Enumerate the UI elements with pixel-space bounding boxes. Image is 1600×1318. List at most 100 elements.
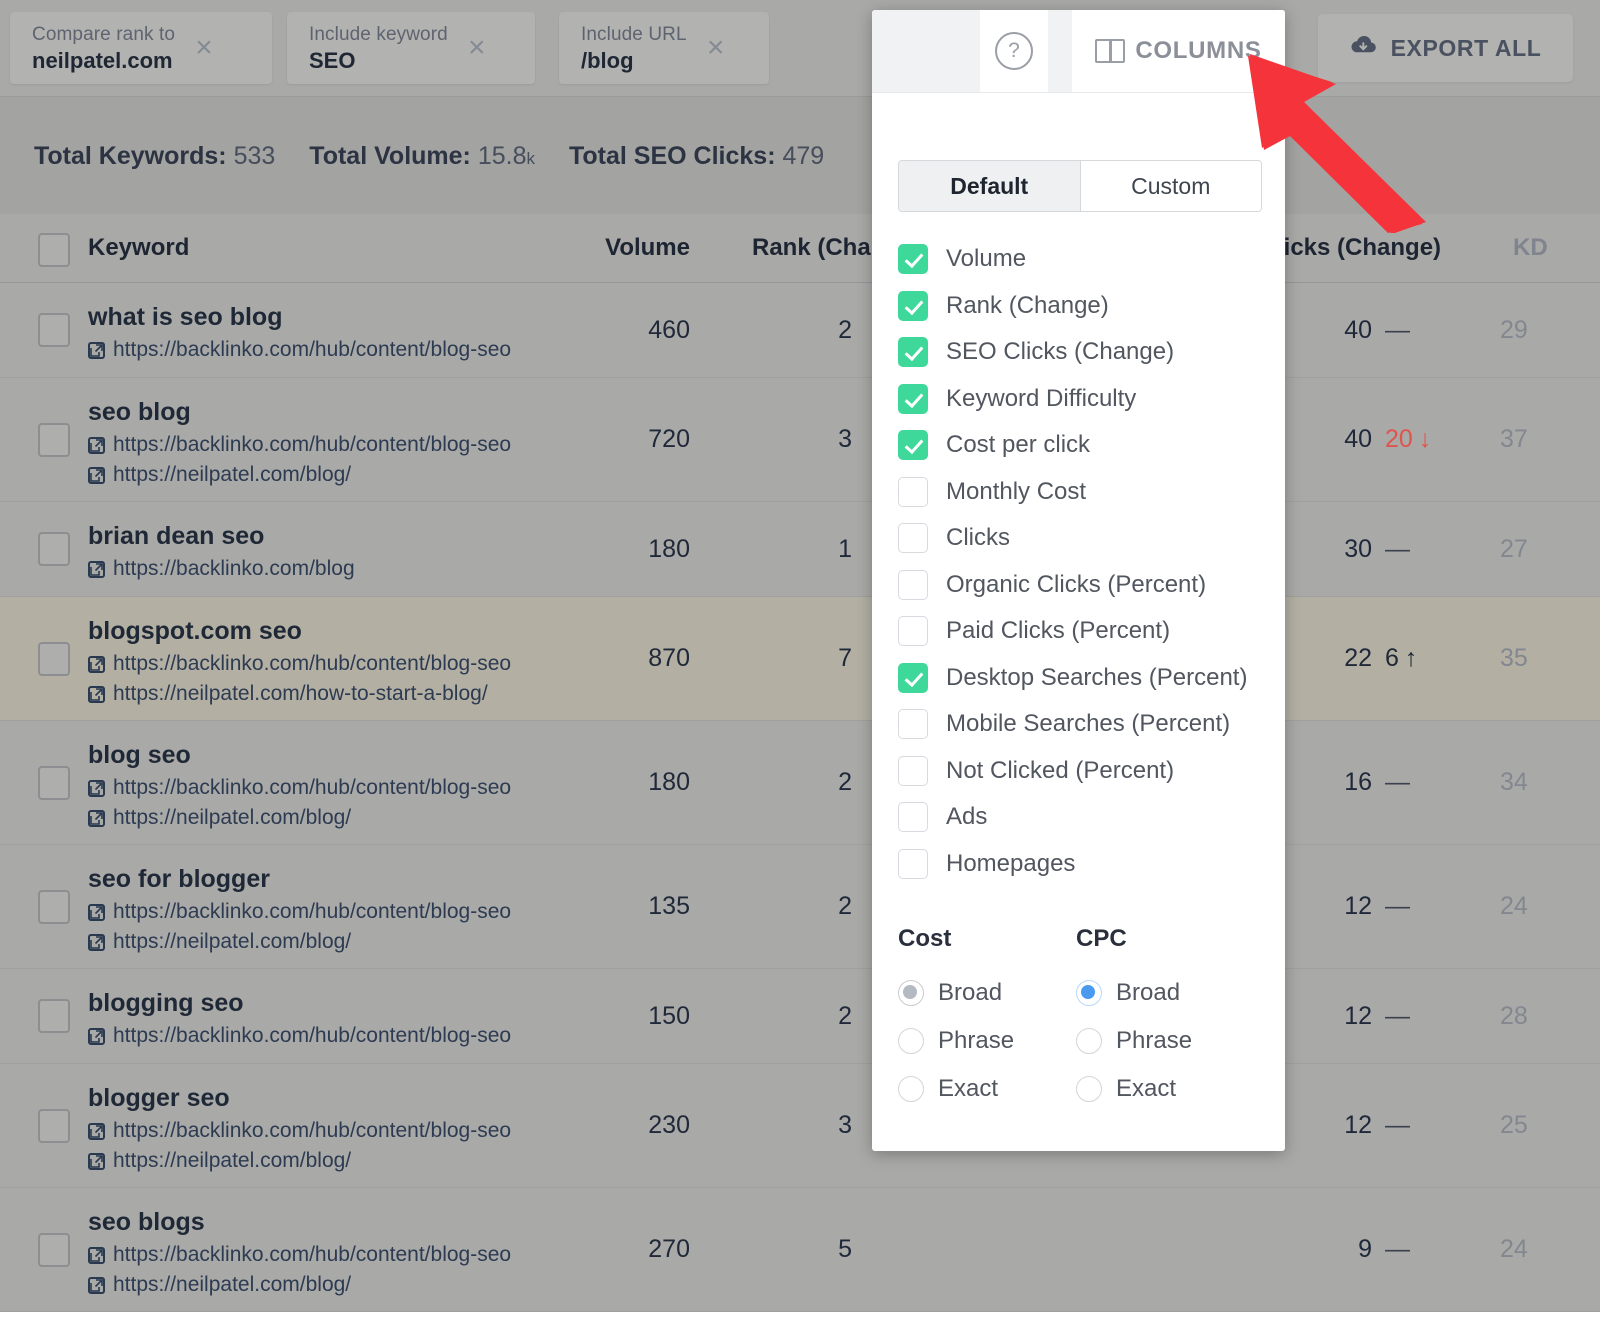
radio-option-exact[interactable]: Exact <box>1076 1065 1254 1113</box>
filter-chip-compare-rank[interactable]: Compare rank to neilpatel.com × <box>10 12 272 84</box>
export-all-button[interactable]: EXPORT ALL <box>1318 14 1573 82</box>
checkbox-checked-icon[interactable] <box>898 430 928 460</box>
result-url-text: https://backlinko.com/hub/content/blog-s… <box>113 897 511 927</box>
checkbox-unchecked-icon[interactable] <box>898 523 928 553</box>
keyword-difficulty-cell: 28 <box>1500 969 1580 1063</box>
column-checkbox-row[interactable]: Keyword Difficulty <box>898 376 1268 423</box>
export-all-label: EXPORT ALL <box>1391 35 1542 62</box>
column-checkbox-row[interactable]: Ads <box>898 794 1268 841</box>
checkbox-unchecked-icon[interactable] <box>898 849 928 879</box>
columns-settings-panel: ? COLUMNS Default Custom Volume Rank (Cha… <box>872 10 1285 1151</box>
row-select-checkbox[interactable] <box>38 423 70 457</box>
radio-option-broad[interactable]: Broad <box>898 969 1076 1017</box>
row-select-checkbox[interactable] <box>38 890 70 924</box>
radio-unselected-icon[interactable] <box>1076 1076 1102 1102</box>
radio-option-broad[interactable]: Broad <box>1076 969 1254 1017</box>
radio-option-exact[interactable]: Exact <box>898 1065 1076 1113</box>
checkbox-checked-icon[interactable] <box>898 244 928 274</box>
row-select-checkbox[interactable] <box>38 1233 70 1267</box>
rank-cell: 2 <box>742 283 852 377</box>
column-checkbox-row[interactable]: Cost per click <box>898 422 1268 469</box>
column-header-seo-clicks[interactable]: licks (Change) <box>1277 214 1441 282</box>
checkbox-checked-icon[interactable] <box>898 384 928 414</box>
filter-chip-value: /blog <box>581 47 687 74</box>
table-row[interactable]: blogging seohttps://backlinko.com/hub/co… <box>0 969 1600 1064</box>
column-checkbox-row[interactable]: Volume <box>898 236 1268 283</box>
checkbox-unchecked-icon[interactable] <box>898 477 928 507</box>
radio-selected-icon[interactable] <box>1076 980 1102 1006</box>
seo-clicks-cell: 22 <box>1290 597 1372 720</box>
column-checkbox-label: Rank (Change) <box>946 292 1109 320</box>
segment-default[interactable]: Default <box>899 161 1081 211</box>
column-checkbox-row[interactable]: Paid Clicks (Percent) <box>898 608 1268 655</box>
close-icon[interactable]: × <box>448 31 506 65</box>
row-select-checkbox[interactable] <box>38 642 70 676</box>
column-header-kd[interactable]: KD <box>1513 214 1548 282</box>
column-checkbox-row[interactable]: SEO Clicks (Change) <box>898 329 1268 376</box>
column-checkbox-label: Not Clicked (Percent) <box>946 757 1174 785</box>
help-button[interactable]: ? <box>980 10 1048 92</box>
column-checkbox-row[interactable]: Monthly Cost <box>898 469 1268 516</box>
radio-option-phrase[interactable]: Phrase <box>1076 1017 1254 1065</box>
radio-selected-icon[interactable] <box>898 980 924 1006</box>
radio-unselected-icon[interactable] <box>898 1076 924 1102</box>
table-row[interactable]: blog seohttps://backlinko.com/hub/conten… <box>0 721 1600 845</box>
total-volume: Total Volume: 15.8k <box>309 142 535 171</box>
checkbox-unchecked-icon[interactable] <box>898 802 928 832</box>
close-icon[interactable]: × <box>175 31 233 65</box>
select-all-checkbox[interactable] <box>38 233 70 267</box>
column-checkbox-row[interactable]: Mobile Searches (Percent) <box>898 701 1268 748</box>
column-checkbox-row[interactable]: Clicks <box>898 515 1268 562</box>
row-select-checkbox[interactable] <box>38 999 70 1033</box>
column-checkbox-row[interactable]: Not Clicked (Percent) <box>898 748 1268 795</box>
column-checkbox-row[interactable]: Desktop Searches (Percent) <box>898 655 1268 702</box>
dimmed-app-backdrop: Compare rank to neilpatel.com × Include … <box>0 0 1600 1188</box>
checkbox-unchecked-icon[interactable] <box>898 616 928 646</box>
radio-group-title: CPC <box>1076 925 1254 953</box>
column-header-rank[interactable]: Rank (Chan <box>752 214 885 282</box>
close-icon[interactable]: × <box>687 31 745 65</box>
change-none: — <box>1385 535 1410 564</box>
filter-chip-include-keyword[interactable]: Include keyword SEO × <box>287 12 535 84</box>
columns-button[interactable]: COLUMNS <box>1072 10 1285 92</box>
table-row[interactable]: seo for bloggerhttps://backlinko.com/hub… <box>0 845 1600 969</box>
column-checkbox-label: Desktop Searches (Percent) <box>946 664 1247 692</box>
filter-chip-value: SEO <box>309 47 448 74</box>
filter-chip-include-url[interactable]: Include URL /blog × <box>559 12 769 84</box>
row-select-checkbox[interactable] <box>38 532 70 566</box>
radio-unselected-icon[interactable] <box>1076 1028 1102 1054</box>
column-header-keyword[interactable]: Keyword <box>88 214 189 282</box>
question-mark-icon: ? <box>995 32 1033 70</box>
table-row[interactable]: seo blogshttps://backlinko.com/hub/conte… <box>0 1188 1600 1312</box>
external-link-icon <box>88 780 105 797</box>
table-row[interactable]: blogger seohttps://backlinko.com/hub/con… <box>0 1064 1600 1188</box>
checkbox-unchecked-icon[interactable] <box>898 570 928 600</box>
radio-option-phrase[interactable]: Phrase <box>898 1017 1076 1065</box>
table-row[interactable]: seo bloghttps://backlinko.com/hub/conten… <box>0 378 1600 502</box>
column-checkbox-row[interactable]: Homepages <box>898 841 1268 888</box>
row-select-checkbox[interactable] <box>38 1109 70 1143</box>
radio-group-cost: CostBroadPhraseExact <box>898 925 1076 1113</box>
total-seo-clicks-label: Total SEO Clicks: <box>569 142 776 170</box>
row-select-checkbox[interactable] <box>38 766 70 800</box>
checkbox-unchecked-icon[interactable] <box>898 709 928 739</box>
radio-unselected-icon[interactable] <box>898 1028 924 1054</box>
keyword-difficulty-cell: 27 <box>1500 502 1580 596</box>
segment-custom[interactable]: Custom <box>1081 161 1262 211</box>
total-keywords-label: Total Keywords: <box>34 142 227 170</box>
checkbox-checked-icon[interactable] <box>898 663 928 693</box>
checkbox-unchecked-icon[interactable] <box>898 756 928 786</box>
checkbox-checked-icon[interactable] <box>898 337 928 367</box>
column-header-volume[interactable]: Volume <box>600 214 690 282</box>
checkbox-checked-icon[interactable] <box>898 291 928 321</box>
row-select-checkbox[interactable] <box>38 313 70 347</box>
column-checkbox-row[interactable]: Rank (Change) <box>898 283 1268 330</box>
table-row[interactable]: brian dean seohttps://backlinko.com/blog… <box>0 502 1600 597</box>
total-volume-value: 15.8 <box>478 142 527 170</box>
table-row[interactable]: blogspot.com seohttps://backlinko.com/hu… <box>0 597 1600 721</box>
result-url-text: https://backlinko.com/hub/content/blog-s… <box>113 335 511 365</box>
rank-cell: 2 <box>742 969 852 1063</box>
table-row[interactable]: what is seo bloghttps://backlinko.com/hu… <box>0 283 1600 378</box>
column-checkbox-row[interactable]: Organic Clicks (Percent) <box>898 562 1268 609</box>
seo-clicks-cell: 9 <box>1290 1188 1372 1311</box>
